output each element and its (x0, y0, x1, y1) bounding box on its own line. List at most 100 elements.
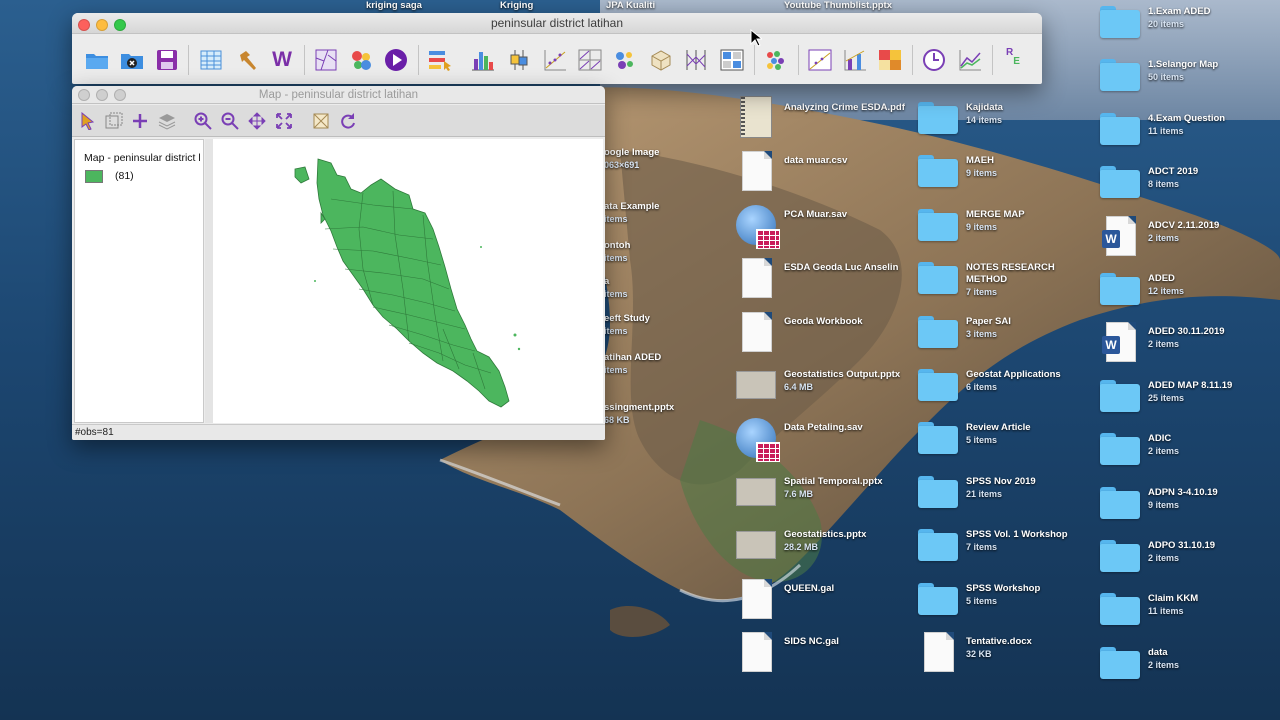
desktop-item[interactable]: Geostatistics.pptx 28.2 MB (736, 523, 911, 573)
peninsular-district-map[interactable] (213, 139, 603, 423)
histogram-icon[interactable] (470, 47, 496, 73)
selection-mode-icon[interactable] (104, 111, 124, 131)
map-close-button[interactable] (78, 89, 90, 101)
bubble-chart-icon[interactable] (612, 47, 638, 73)
scatter-plot-icon[interactable] (542, 47, 568, 73)
map-icon[interactable] (313, 47, 339, 73)
pan-icon[interactable] (247, 111, 267, 131)
regression-r-glyph: R (1006, 47, 1014, 58)
parallel-coordinate-icon[interactable] (683, 47, 709, 73)
main-window-titlebar[interactable]: peninsular district latihan (72, 13, 1042, 34)
desktop-item[interactable]: SPSS Vol. 1 Workshop 7 items (918, 523, 1093, 573)
animation-icon[interactable] (383, 47, 409, 73)
map-minimize-button[interactable] (96, 89, 108, 101)
desktop-item[interactable]: ADED 12 items (1100, 267, 1275, 317)
desktop-item[interactable]: Kajidata 14 items (918, 96, 1093, 146)
desktop-item[interactable]: 1.Selangor Map 50 items (1100, 53, 1275, 103)
document-file-icon (736, 577, 776, 621)
desktop-item[interactable]: Review Article 5 items (918, 416, 1093, 466)
averages-chart-icon[interactable] (842, 47, 868, 73)
scatter-regression-icon[interactable] (807, 47, 833, 73)
district-polygon[interactable] (294, 166, 310, 184)
save-icon[interactable] (154, 47, 180, 73)
weights-manager-icon[interactable]: W (269, 47, 295, 73)
desktop-item-label: ADCT 2019 8 items (1148, 166, 1273, 190)
open-folder-icon[interactable] (84, 47, 110, 73)
desktop-item[interactable]: data muar.csv (736, 149, 911, 199)
desktop-item[interactable]: MAEH 9 items (918, 149, 1093, 199)
map-window-titlebar[interactable]: Map - peninsular district latihan (72, 86, 605, 104)
zoom-in-icon[interactable] (193, 111, 213, 131)
desktop-item[interactable]: PCA Muar.sav (736, 203, 911, 253)
desktop-item[interactable]: Analyzing Crime ESDA.pdf (736, 96, 911, 146)
desktop-item[interactable]: ESDA Geoda Luc Anselin (736, 256, 911, 306)
desktop-item[interactable]: NOTES RESEARCH METHOD 7 items (918, 256, 1093, 306)
desktop-item[interactable]: 4.Exam Question 11 items (1100, 107, 1275, 157)
full-extent-icon[interactable] (274, 111, 294, 131)
map-window-controls (78, 89, 132, 102)
table-icon[interactable] (198, 47, 224, 73)
panel-splitter[interactable] (205, 139, 213, 423)
folder-icon (1100, 59, 1140, 103)
desktop-item-label: Geostatistics Output.pptx 6.4 MB (784, 369, 909, 393)
zoom-window-button[interactable] (114, 19, 126, 31)
hammer-tool-icon[interactable] (234, 47, 260, 73)
desktop-item[interactable]: data 2 items (1100, 641, 1275, 691)
heatmap-icon[interactable] (877, 47, 903, 73)
desktop-item[interactable]: SPSS Workshop 5 items (918, 577, 1093, 627)
cluster-icon[interactable] (763, 47, 789, 73)
minimize-window-button[interactable] (96, 19, 108, 31)
desktop-item-detail: 25 items (1148, 392, 1185, 403)
desktop-item[interactable]: SIDS NC.gal (736, 630, 911, 680)
map-zoom-button[interactable] (114, 89, 126, 101)
category-editor-icon[interactable] (427, 47, 453, 73)
box-plot-icon[interactable] (506, 47, 532, 73)
close-project-icon[interactable] (119, 47, 145, 73)
desktop-item[interactable]: ADED MAP 8.11.19 25 items (1100, 374, 1275, 424)
desktop-item[interactable]: W ADED 30.11.2019 2 items (1100, 320, 1275, 370)
desktop-item-detail: 8 items (1148, 179, 1180, 190)
desktop-item-label: Data Petaling.sav (784, 422, 863, 434)
desktop-item[interactable]: Spatial Temporal.pptx 7.6 MB (736, 470, 911, 520)
close-window-button[interactable] (78, 19, 90, 31)
desktop-item[interactable]: 1.Exam ADED 20 items (1100, 0, 1275, 50)
layers-icon[interactable] (157, 111, 177, 131)
desktop-item-label: MERGE MAP 9 items (966, 209, 1091, 233)
scatter-plot-matrix-icon[interactable] (577, 47, 603, 73)
desktop-item[interactable]: Tentative.docx 32 KB (918, 630, 1093, 680)
select-arrow-icon[interactable] (78, 111, 98, 131)
desktop-item[interactable]: ADPO 31.10.19 2 items (1100, 534, 1275, 584)
map-canvas[interactable] (213, 139, 603, 423)
desktop-item[interactable]: Data Petaling.sav (736, 416, 911, 466)
time-editor-icon[interactable] (921, 47, 947, 73)
desktop-item-detail: 68 KB (604, 415, 630, 425)
line-chart-icon[interactable] (957, 47, 983, 73)
basemap-icon[interactable] (311, 111, 331, 131)
desktop-item-detail: items (604, 365, 628, 375)
desktop-item-label: Geostatistics.pptx 28.2 MB (784, 529, 909, 553)
desktop-item[interactable]: ADCT 2019 8 items (1100, 160, 1275, 210)
folder-icon (1100, 433, 1140, 477)
desktop-item[interactable]: SPSS Nov 2019 21 items (918, 470, 1093, 520)
desktop-item[interactable]: Claim KKM 11 items (1100, 587, 1275, 637)
legend-color-swatch[interactable] (85, 170, 103, 183)
main-window-title: peninsular district latihan (490, 16, 624, 30)
zoom-out-icon[interactable] (220, 111, 240, 131)
desktop-item[interactable]: W ADCV 2.11.2019 2 items (1100, 214, 1275, 264)
add-layer-icon[interactable] (130, 111, 150, 131)
3d-plot-icon[interactable] (648, 47, 674, 73)
desktop-item[interactable]: QUEEN.gal (736, 577, 911, 627)
cartogram-icon[interactable] (348, 47, 374, 73)
regression-icon[interactable]: RE (1000, 47, 1026, 73)
desktop-item-detail: 7 items (966, 542, 998, 553)
desktop-item[interactable]: ADPN 3-4.10.19 9 items (1100, 481, 1275, 531)
desktop-item[interactable]: ADIC 2 items (1100, 427, 1275, 477)
refresh-icon[interactable] (338, 111, 358, 131)
desktop-item[interactable]: MERGE MAP 9 items (918, 203, 1093, 253)
conditional-plot-icon[interactable] (719, 47, 745, 73)
desktop-item[interactable]: Paper SAI 3 items (918, 310, 1093, 360)
desktop-item[interactable]: Geoda Workbook (736, 310, 911, 360)
desktop-item[interactable]: Geostatistics Output.pptx 6.4 MB (736, 363, 911, 413)
word-file-icon: W (1100, 320, 1140, 364)
desktop-item[interactable]: Geostat Applications 6 items (918, 363, 1093, 413)
